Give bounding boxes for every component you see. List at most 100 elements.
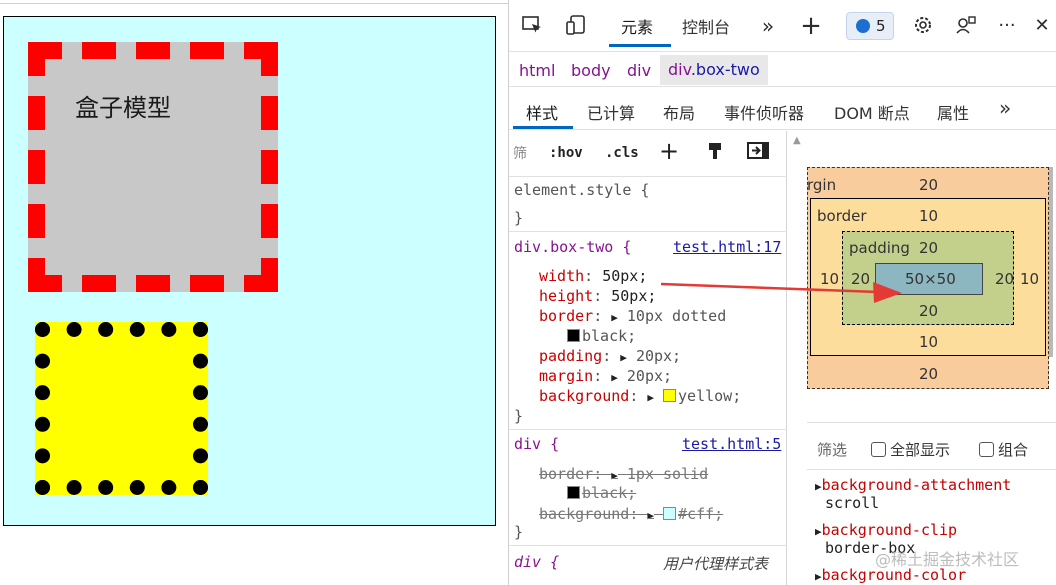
prop-margin-name: margin bbox=[539, 367, 594, 385]
computed-item[interactable]: ▶background-attachment bbox=[815, 476, 1011, 494]
expand-triangle-icon[interactable]: ▶ bbox=[620, 351, 627, 364]
styles-scroll-up-icon[interactable]: ▲ bbox=[793, 135, 801, 146]
hov-toggle[interactable]: :hov bbox=[549, 145, 583, 161]
customize-icon[interactable] bbox=[953, 13, 979, 39]
prop-width[interactable]: width: 50px; bbox=[539, 267, 647, 285]
expand-triangle-icon[interactable]: ▶ bbox=[647, 509, 654, 522]
border-top-value[interactable]: 10 bbox=[919, 207, 938, 225]
rule-ua-source: 用户代理样式表 bbox=[663, 555, 769, 573]
subtab-computed[interactable]: 已计算 bbox=[587, 100, 635, 124]
computed-item[interactable]: ▶background-clip bbox=[815, 521, 957, 539]
rule-ua-selector[interactable]: div { bbox=[514, 553, 559, 571]
prop-div-border-name: border bbox=[539, 465, 594, 483]
settings-gear-icon[interactable] bbox=[910, 13, 936, 39]
breadcrumb: html body div div.box-two bbox=[509, 53, 1056, 87]
computed-filter-row: 筛选 全部显示 组合 bbox=[807, 422, 1056, 470]
color-swatch-black[interactable] bbox=[567, 329, 580, 342]
prop-div-border[interactable]: border: ▶ 1px solid bbox=[539, 465, 708, 483]
expand-triangle-icon[interactable]: ▶ bbox=[815, 570, 822, 583]
subtab-dom-breakpoints[interactable]: DOM 断点 bbox=[834, 100, 910, 124]
more-tabs-icon[interactable]: » bbox=[755, 13, 781, 39]
computed-item-prop: background-clip bbox=[821, 521, 958, 539]
styles-filter-input[interactable]: 筛 bbox=[513, 139, 535, 169]
watermark: @稀土掘金技术社区 bbox=[875, 550, 1020, 569]
border-bottom-value[interactable]: 10 bbox=[919, 333, 938, 351]
computed-item-value: scroll bbox=[825, 494, 880, 512]
prop-div-background-name: background bbox=[539, 505, 630, 523]
rule-div-selector[interactable]: div { bbox=[514, 435, 559, 453]
rule-box-two-source-link[interactable]: test.html:17 bbox=[673, 238, 781, 256]
subtab-layout[interactable]: 布局 bbox=[663, 100, 695, 124]
paint-brush-icon[interactable] bbox=[705, 141, 725, 166]
rule-divider bbox=[509, 231, 787, 232]
content-size-value[interactable]: 50×50 bbox=[905, 270, 956, 288]
show-all-checkbox[interactable]: 全部显示 bbox=[871, 439, 950, 460]
prop-padding-name: padding bbox=[539, 347, 603, 365]
tab-elements[interactable]: 元素 bbox=[621, 14, 653, 38]
prop-div-background[interactable]: background: ▶ #cff; bbox=[539, 505, 723, 523]
color-swatch-yellow[interactable] bbox=[663, 389, 677, 402]
border-left-value[interactable]: 10 bbox=[820, 270, 839, 288]
inspect-element-icon[interactable] bbox=[519, 13, 545, 39]
padding-left-value[interactable]: 20 bbox=[851, 270, 870, 288]
color-swatch-cff[interactable] bbox=[663, 507, 677, 520]
close-devtools-icon[interactable]: ✕ bbox=[1029, 13, 1055, 39]
rule-box-two-close: } bbox=[514, 407, 524, 425]
box-two bbox=[35, 322, 208, 495]
border-label: border bbox=[817, 207, 867, 225]
expand-triangle-icon[interactable]: ▶ bbox=[611, 311, 618, 324]
rule-div-source-link[interactable]: test.html:5 bbox=[682, 435, 781, 453]
rule-box-two-selector[interactable]: div.box-two { bbox=[514, 238, 631, 256]
toggle-sidebar-icon[interactable] bbox=[747, 141, 769, 166]
box-one bbox=[28, 42, 278, 292]
padding-top-value[interactable]: 20 bbox=[919, 239, 938, 257]
issues-badge[interactable]: 5 bbox=[846, 12, 894, 40]
show-all-check-icon bbox=[871, 442, 886, 457]
prop-margin-value: 20px; bbox=[626, 367, 673, 385]
padding-bottom-value[interactable]: 20 bbox=[919, 302, 938, 320]
prop-background-value: yellow; bbox=[678, 387, 742, 405]
prop-background[interactable]: background: ▶ yellow; bbox=[539, 387, 741, 405]
expand-triangle-icon[interactable]: ▶ bbox=[647, 391, 654, 404]
box-model-scrollbar[interactable] bbox=[1049, 167, 1053, 357]
group-checkbox[interactable]: 组合 bbox=[979, 439, 1028, 460]
color-swatch-black[interactable] bbox=[567, 486, 580, 499]
border-right-value[interactable]: 10 bbox=[1020, 270, 1039, 288]
breadcrumb-div[interactable]: div bbox=[627, 61, 651, 80]
prop-background-name: background bbox=[539, 387, 630, 405]
subtab-event-listeners[interactable]: 事件侦听器 bbox=[724, 100, 804, 124]
cls-toggle[interactable]: .cls bbox=[605, 145, 639, 161]
padding-right-value[interactable]: 20 bbox=[995, 270, 1014, 288]
expand-triangle-icon[interactable]: ▶ bbox=[815, 480, 822, 493]
prop-border[interactable]: border: ▶ 10px dotted bbox=[539, 307, 726, 325]
prop-div-border-color: black; bbox=[567, 484, 636, 502]
breadcrumb-div-box-two[interactable]: div.box-two bbox=[660, 55, 768, 85]
element-style-close: } bbox=[514, 209, 524, 227]
more-options-icon[interactable]: ··· bbox=[994, 13, 1020, 39]
expand-triangle-icon[interactable]: ▶ bbox=[611, 371, 618, 384]
prop-border-value: 10px dotted bbox=[626, 307, 727, 325]
prop-div-background-value: #cff; bbox=[678, 505, 724, 523]
margin-top-value[interactable]: 20 bbox=[919, 176, 938, 194]
add-tab-icon[interactable]: + bbox=[798, 13, 824, 39]
subtab-properties[interactable]: 属性 bbox=[937, 100, 969, 124]
margin-bottom-value[interactable]: 20 bbox=[919, 365, 938, 383]
subtab-styles[interactable]: 样式 bbox=[526, 100, 558, 124]
element-style-selector[interactable]: element.style { bbox=[514, 181, 649, 199]
expand-triangle-icon[interactable]: ▶ bbox=[611, 469, 618, 482]
new-style-rule-icon[interactable]: + bbox=[659, 137, 679, 165]
prop-border-color: black; bbox=[567, 327, 636, 345]
devtools-panel: 元素 控制台 » + 5 ··· ✕ html body div div.box… bbox=[508, 0, 1056, 585]
expand-triangle-icon[interactable]: ▶ bbox=[815, 525, 822, 538]
breadcrumb-body[interactable]: body bbox=[571, 61, 611, 80]
subtab-styles-indicator bbox=[513, 126, 573, 129]
rule-divider bbox=[509, 545, 787, 546]
prop-height[interactable]: height: 50px; bbox=[539, 287, 656, 305]
device-emulation-icon[interactable] bbox=[563, 13, 589, 39]
prop-margin[interactable]: margin: ▶ 20px; bbox=[539, 367, 672, 385]
subtabs-more-icon[interactable]: » bbox=[999, 96, 1011, 120]
prop-padding[interactable]: padding: ▶ 20px; bbox=[539, 347, 681, 365]
breadcrumb-html[interactable]: html bbox=[519, 61, 555, 80]
computed-filter-input[interactable]: 筛选 bbox=[817, 439, 847, 460]
tab-console[interactable]: 控制台 bbox=[682, 14, 730, 38]
